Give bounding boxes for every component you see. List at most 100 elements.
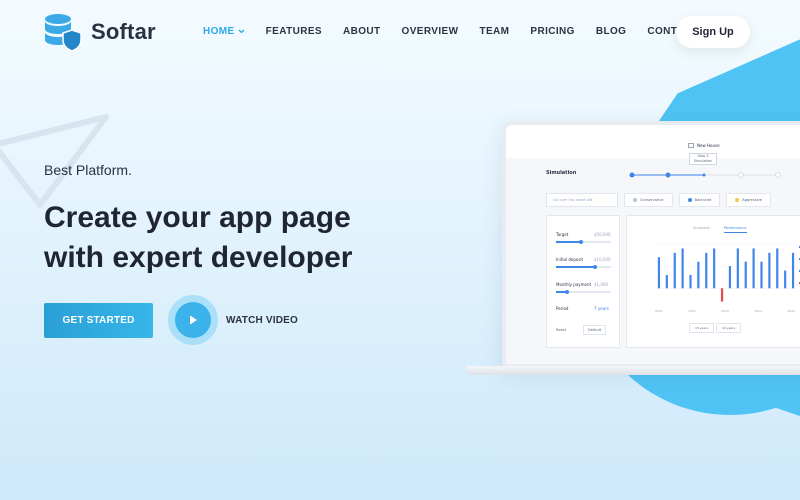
nav-item-blog[interactable]: BLOG <box>596 26 627 37</box>
chart-bar <box>791 252 795 289</box>
tooltip-title: Simulation <box>693 159 713 163</box>
play-icon <box>190 315 197 325</box>
nav-item-label: ABOUT <box>342 26 381 37</box>
chart-bar <box>665 275 668 289</box>
house-label: New House <box>697 143 720 148</box>
chart-bar <box>752 248 755 289</box>
x-tick-label: 2022 <box>688 309 696 313</box>
hero-headline: Create your app page with expert develop… <box>44 198 384 278</box>
radio-dot-icon <box>687 198 692 202</box>
nav-item-team[interactable]: TEAM <box>479 26 509 37</box>
brand-name: Softar <box>91 19 156 44</box>
risk-option-label: Aggressive <box>742 198 762 202</box>
simulation-label: Simulation <box>546 170 577 176</box>
landing-page: Softar HOME FEATURES ABOUT OVERVIEW TEAM… <box>0 0 800 500</box>
nav-item-pricing[interactable]: PRICING <box>530 26 574 37</box>
deposit-slider[interactable] <box>556 265 611 269</box>
chart-tabs: Snapshot Performance <box>693 226 747 233</box>
chart-bar <box>697 261 700 289</box>
field-label: Initial deposit <box>556 257 584 262</box>
nav-item-features[interactable]: FEATURES <box>266 26 322 37</box>
chart-bar <box>768 252 771 289</box>
step-progress <box>629 172 781 178</box>
headline-line-1: Create your app page <box>44 201 351 234</box>
house-tab: New House <box>688 143 720 148</box>
range-pill[interactable]: 15 years <box>689 323 715 333</box>
radio-dot-icon <box>735 198 740 202</box>
field-initial-deposit: Initial deposit $10,000 <box>556 257 611 262</box>
risk-option-label: Conservative <box>640 198 664 202</box>
inputs-panel: Target $50,000 Initial deposit $10,000 Mon… <box>546 215 620 348</box>
nav-item-about[interactable]: ABOUT <box>343 26 381 37</box>
filter-row: Go over risk asset pdf Conservative Bala… <box>546 193 800 207</box>
x-tick-label: 2021 <box>655 309 663 313</box>
bar-chart <box>655 243 797 302</box>
field-value: $50,000 <box>594 232 611 237</box>
field-period: Period 7 years <box>556 306 609 311</box>
tab-snapshot[interactable]: Snapshot <box>693 226 710 233</box>
tab-performance[interactable]: Performance <box>723 226 747 233</box>
chart-bar <box>760 261 763 289</box>
app-screenshot: New House Step 3 Simulation Simulation G… <box>506 125 800 364</box>
nav-item-overview[interactable]: OVERVIEW <box>402 26 459 37</box>
field-target: Target $50,000 <box>556 232 611 237</box>
field-value: $1,000 <box>594 282 608 287</box>
radio-dot-icon <box>633 198 637 202</box>
slider-handle[interactable] <box>565 290 569 294</box>
x-axis-labels: 2021 2022 2023 2024 2025 <box>655 309 795 313</box>
risk-option-aggressive[interactable]: Aggressive <box>726 193 771 207</box>
slider-fill <box>556 266 595 268</box>
nav-item-label: OVERVIEW <box>401 26 459 37</box>
field-label: Monthly payment <box>556 282 592 287</box>
risk-option-balanced[interactable]: Balanced <box>678 193 721 207</box>
slider-handle[interactable] <box>578 240 583 244</box>
laptop-base <box>466 366 800 375</box>
default-button[interactable]: Default <box>583 325 607 335</box>
slider-fill <box>556 241 581 243</box>
nav-item-home[interactable]: HOME <box>203 26 245 37</box>
nav-item-label: FEATURES <box>265 26 322 37</box>
hero-eyebrow: Best Platform. <box>44 162 132 178</box>
nav-item-label: BLOG <box>595 26 627 37</box>
chart-bar <box>673 252 676 289</box>
field-label: Target <box>556 232 569 237</box>
chart-bar <box>728 266 732 289</box>
x-tick-label: 2025 <box>787 309 795 313</box>
play-button[interactable] <box>175 302 211 338</box>
chart-bar <box>713 248 716 289</box>
range-pills: 15 years 10 years <box>689 323 742 333</box>
risk-option-conservative[interactable]: Conservative <box>624 193 673 207</box>
database-shield-icon <box>45 14 82 52</box>
play-ring <box>168 295 218 345</box>
watch-video-label: WATCH VIDEO <box>226 314 299 326</box>
reset-button[interactable]: Reset <box>556 328 566 332</box>
chart-bar <box>784 270 787 289</box>
sign-up-button[interactable]: Sign Up <box>676 16 750 48</box>
chart-bar <box>705 252 708 289</box>
laptop-mockup: New House Step 3 Simulation Simulation G… <box>502 121 800 368</box>
watch-video-button[interactable]: WATCH VIDEO <box>168 295 298 345</box>
period-select[interactable]: 7 years <box>594 306 609 311</box>
headline-line-2: with expert developer <box>44 241 353 274</box>
chart-bar <box>720 288 724 302</box>
nav-item-label: PRICING <box>530 26 575 37</box>
search-input[interactable]: Go over risk asset pdf <box>546 193 618 207</box>
nav-item-label: TEAM <box>479 26 510 37</box>
chart-bar <box>736 248 739 289</box>
field-label: Period <box>556 306 569 311</box>
target-slider[interactable] <box>556 240 611 244</box>
field-monthly-payment: Monthly payment $1,000 <box>556 282 608 287</box>
payment-slider[interactable] <box>556 290 611 294</box>
chart-bar <box>657 257 661 289</box>
chart-bar <box>776 248 779 289</box>
brand-logo[interactable]: Softar <box>43 12 156 52</box>
slider-handle[interactable] <box>592 265 597 269</box>
house-icon <box>688 143 694 148</box>
chevron-down-icon <box>238 29 245 34</box>
get-started-button[interactable]: GET STARTED <box>44 303 153 338</box>
risk-option-label: Balanced <box>694 198 712 202</box>
chart-bar <box>681 248 684 289</box>
range-pill[interactable]: 10 years <box>716 323 742 333</box>
main-nav: HOME FEATURES ABOUT OVERVIEW TEAM PRICIN… <box>203 26 719 37</box>
nav-item-label: HOME <box>203 26 235 37</box>
